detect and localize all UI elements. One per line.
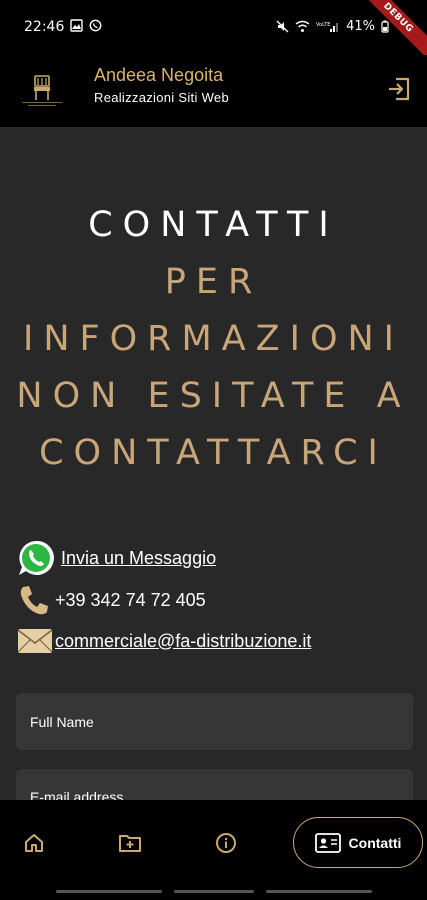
whatsapp-row[interactable]: Invia un Messaggio bbox=[17, 539, 216, 577]
gesture-segment-center bbox=[174, 890, 254, 893]
heading-line-2: PER bbox=[164, 262, 263, 302]
nav-info[interactable] bbox=[209, 826, 243, 860]
phone-icon bbox=[20, 586, 48, 615]
logo-tagline-mark bbox=[22, 102, 62, 106]
contact-card-icon bbox=[314, 832, 341, 853]
heading-line-3: INFORMAZIONI bbox=[23, 319, 404, 359]
info-icon bbox=[216, 833, 236, 853]
app-bar: Andeea Negoita Realizzazioni Siti Web bbox=[0, 55, 427, 127]
whatsapp-status-icon bbox=[89, 19, 102, 32]
nav-contacts[interactable]: Contatti bbox=[293, 817, 423, 868]
full-name-placeholder: Full Name bbox=[30, 713, 94, 730]
full-name-field[interactable]: Full Name bbox=[16, 693, 413, 750]
chair-logo-icon bbox=[34, 75, 50, 100]
whatsapp-link[interactable]: Invia un Messaggio bbox=[61, 548, 216, 569]
email-row[interactable]: commerciale@fa-distribuzione.it bbox=[17, 622, 311, 660]
heading-line-4: NON ESITATE A bbox=[16, 376, 411, 416]
whatsapp-icon-wrap bbox=[17, 539, 55, 577]
phone-icon-wrap bbox=[17, 581, 55, 619]
email-link[interactable]: commerciale@fa-distribuzione.it bbox=[55, 631, 311, 652]
page-heading: CONTATTI PER INFORMAZIONI NON ESITATE A … bbox=[0, 197, 427, 482]
contact-page: CONTATTI PER INFORMAZIONI NON ESITATE A … bbox=[0, 127, 427, 800]
system-gesture-bar bbox=[0, 886, 427, 900]
email-field[interactable]: E-mail address bbox=[16, 769, 413, 800]
bottom-nav: Contatti bbox=[0, 800, 427, 886]
nav-contacts-label: Contatti bbox=[348, 834, 402, 851]
email-placeholder: E-mail address bbox=[30, 789, 124, 800]
status-system-icons: VoLTE 41% bbox=[276, 19, 389, 34]
wifi-icon bbox=[295, 20, 310, 32]
logout-button[interactable] bbox=[383, 73, 415, 105]
status-bar: 22:46 VoLTE 41% DEBUG bbox=[0, 0, 427, 63]
signal-icon: VoLTE bbox=[316, 22, 339, 32]
battery-level: 41% bbox=[346, 19, 375, 34]
battery-icon bbox=[381, 20, 389, 33]
email-icon bbox=[17, 629, 53, 653]
app-subtitle: Realizzazioni Siti Web bbox=[94, 90, 229, 105]
gesture-segment-left bbox=[56, 890, 162, 893]
home-icon bbox=[25, 834, 43, 852]
phone-row[interactable]: +39 342 74 72 405 bbox=[17, 581, 206, 619]
nav-projects[interactable] bbox=[113, 826, 147, 860]
status-notification-icons bbox=[70, 19, 102, 32]
mute-icon bbox=[276, 20, 289, 33]
whatsapp-icon bbox=[19, 540, 54, 575]
app-logo bbox=[18, 67, 66, 115]
svg-text:VoLTE: VoLTE bbox=[316, 22, 330, 28]
gesture-segment-right bbox=[266, 890, 372, 893]
heading-line-5: CONTATTARCI bbox=[39, 433, 388, 473]
status-time: 22:46 bbox=[24, 19, 65, 35]
email-icon-wrap bbox=[17, 622, 55, 660]
nav-home[interactable] bbox=[17, 826, 51, 860]
phone-number[interactable]: +39 342 74 72 405 bbox=[55, 590, 206, 611]
app-title: Andeea Negoita bbox=[94, 65, 224, 85]
heading-title: CONTATTI bbox=[88, 205, 339, 245]
folder-add-icon bbox=[119, 835, 141, 852]
logout-icon bbox=[389, 77, 410, 101]
image-icon bbox=[70, 19, 83, 32]
